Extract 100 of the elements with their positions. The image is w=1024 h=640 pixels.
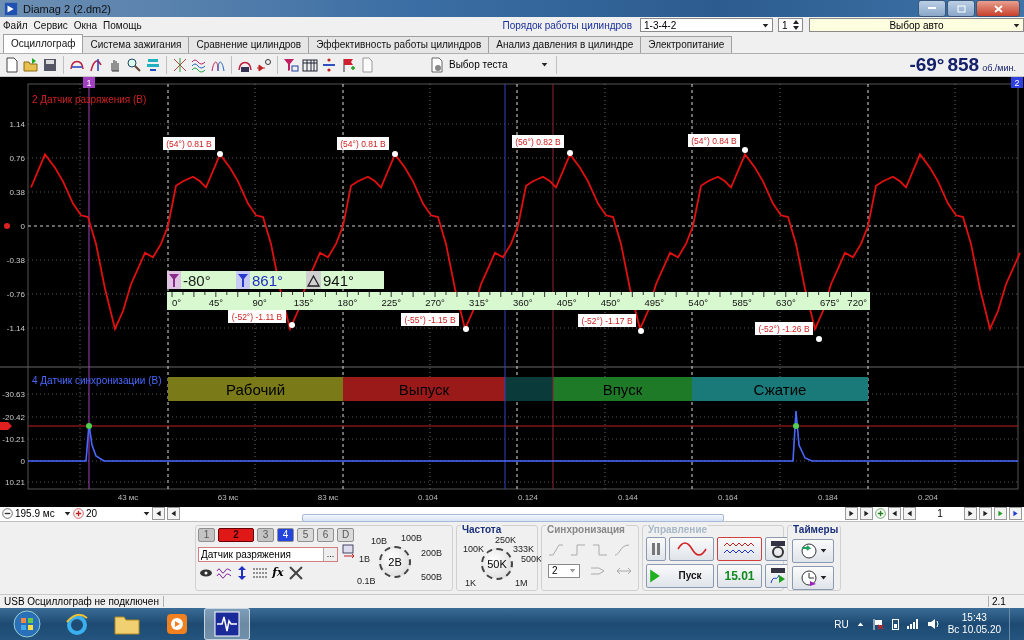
scale-label: 1В (359, 553, 370, 564)
next-button[interactable] (964, 507, 977, 521)
cursor-marker[interactable]: 2 (1011, 76, 1023, 88)
timer-button[interactable] (792, 538, 834, 563)
axis-label: 0.184 (818, 492, 838, 502)
value-label: (-52°) -1.26 В (755, 321, 813, 335)
axis-label: -30.63 (2, 389, 25, 399)
last-button[interactable] (860, 507, 873, 521)
play-button[interactable] (1009, 507, 1022, 521)
first-button[interactable] (888, 507, 901, 521)
next-button[interactable] (845, 507, 858, 521)
formula-button[interactable]: fx (270, 564, 286, 581)
tab[interactable]: Сравнение цилиндров (188, 35, 310, 53)
zoom-select[interactable]: 20 (86, 507, 150, 520)
cylinder-spinner[interactable]: 1 (778, 18, 803, 33)
open-folder-icon[interactable] (23, 56, 39, 73)
menu-item[interactable]: Файл (0, 19, 31, 31)
save-icon[interactable] (42, 56, 58, 73)
sync-channel-select[interactable]: 2 (548, 563, 580, 578)
pause-button[interactable] (646, 536, 666, 561)
table-icon[interactable] (302, 56, 318, 73)
tab[interactable]: Электропитание (640, 35, 733, 53)
clock[interactable]: 15:43 Вс 10.05.20 (947, 612, 1001, 636)
axis-label: 720° (847, 296, 867, 308)
minimize-icon (928, 7, 936, 10)
noise-button[interactable] (717, 536, 762, 561)
axis-label: 450° (600, 296, 621, 308)
axis-label: 63 мс (217, 492, 239, 502)
new-file-icon[interactable] (4, 56, 20, 73)
language-indicator[interactable]: RU (834, 618, 849, 630)
vertical-arrows-icon[interactable] (88, 56, 104, 73)
trigger-marker[interactable] (0, 421, 12, 430)
channel-button[interactable]: D (337, 527, 354, 542)
scale-label: 200В (421, 547, 443, 558)
trough-point (638, 327, 644, 334)
tab[interactable]: Эффективность работы цилиндров (308, 35, 490, 53)
scroll-bar[interactable] (301, 513, 724, 522)
first-button[interactable] (152, 507, 165, 521)
previous-button[interactable] (903, 507, 916, 521)
add-icon[interactable] (875, 508, 886, 520)
sine-button[interactable] (669, 536, 714, 561)
tab[interactable]: Анализ давления в цилиндре (488, 35, 642, 53)
phase-label: Рабочий (226, 380, 285, 398)
axis-label: -20.42 (2, 412, 25, 422)
channel-button[interactable]: 1 (198, 527, 215, 542)
spinner-arrows-icon (793, 20, 799, 31)
axis-label: 43 мс (117, 492, 139, 502)
volts-knob[interactable]: 2В (379, 545, 411, 578)
previous-button[interactable] (167, 507, 180, 521)
taskbar-app[interactable] (204, 608, 250, 640)
sine-icon (676, 541, 707, 556)
cursor-value: 861° (252, 271, 284, 289)
channel-button[interactable]: 6 (317, 527, 334, 542)
timer-button[interactable] (792, 565, 834, 590)
browse-button[interactable]: ... (323, 547, 337, 561)
zoom-in-icon[interactable] (73, 508, 84, 520)
axis-label: 0 (20, 456, 25, 466)
channel-button[interactable]: 3 (257, 527, 274, 542)
close-button[interactable] (976, 0, 1020, 17)
signal-icon[interactable] (906, 619, 919, 629)
phase-label: Выпуск (398, 380, 450, 398)
layers-icon[interactable] (145, 56, 161, 73)
volume-icon[interactable] (926, 618, 940, 630)
test-select[interactable]: Выбор теста (426, 55, 551, 74)
tab[interactable]: Осциллограф (3, 33, 84, 53)
tab[interactable]: Система зажигания (82, 35, 190, 53)
sensor-field[interactable]: Датчик разряжения ... (198, 546, 338, 562)
flag-icon[interactable] (340, 56, 356, 73)
caret-icon (64, 510, 71, 518)
cross-arrows-icon[interactable] (172, 56, 188, 73)
car-select[interactable]: Выбор авто (809, 18, 1024, 33)
last-button[interactable] (979, 507, 992, 521)
network-flag-icon[interactable] (871, 618, 884, 630)
channel-button[interactable]: 5 (297, 527, 314, 542)
version-text: 2.1 (988, 595, 1022, 607)
zoom-out-icon[interactable] (2, 508, 13, 520)
channel-offset-marker[interactable] (4, 222, 10, 229)
menu-item[interactable]: Сервис (30, 19, 71, 31)
scale-label: 500K (521, 553, 543, 564)
funnel-icon[interactable] (283, 56, 299, 73)
cursor-marker[interactable]: 1 (83, 76, 95, 88)
divide-icon[interactable] (321, 56, 337, 73)
waveform-app-icon (214, 611, 240, 637)
firing-order-select[interactable]: 1-3-4-2 (640, 18, 773, 33)
time-scale-select[interactable]: 195.9 мс (15, 507, 71, 520)
tools-icon[interactable] (288, 564, 304, 581)
zero-marker-icon[interactable] (256, 56, 272, 73)
swap-icon[interactable] (341, 543, 357, 560)
battery-icon[interactable] (891, 618, 899, 630)
caret-icon (819, 547, 827, 555)
zoom-icon[interactable] (126, 56, 142, 73)
auto-play-icon (769, 566, 787, 585)
channel-button[interactable]: 2 (218, 527, 254, 542)
minimize-button[interactable] (918, 0, 946, 17)
channel-button[interactable]: 4 (277, 527, 294, 542)
start-button[interactable]: Пуск (646, 563, 714, 588)
maximize-button[interactable] (947, 0, 975, 17)
menu-item[interactable]: Помощь (100, 19, 145, 31)
menu-item[interactable]: Окна (70, 19, 101, 31)
caret-icon (819, 574, 827, 582)
